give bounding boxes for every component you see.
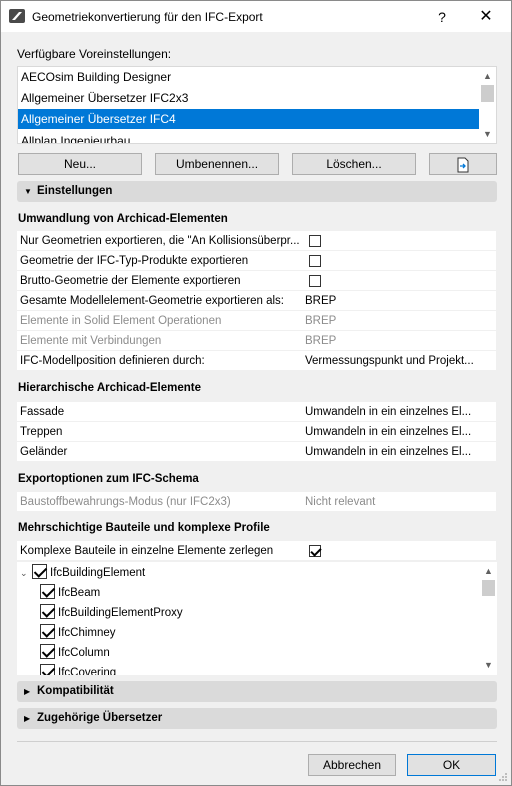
scroll-up-icon[interactable]: ▲ (483, 71, 492, 81)
preset-item[interactable]: Allplan Ingenieurbau (18, 131, 481, 143)
window-title: Geometriekonvertierung für den IFC-Expor… (32, 10, 263, 24)
scroll-down-icon[interactable]: ▼ (484, 660, 493, 670)
setting-label: IFC-Modellposition definieren durch: (20, 355, 205, 367)
expanded-triangle-icon: ▼ (24, 187, 32, 196)
setting-row-disabled: Baustoffbewahrungs-Modus (nur IFC2x3) Ni… (17, 492, 496, 512)
tree-checkbox[interactable] (40, 664, 55, 675)
setting-row[interactable]: IFC-Modellposition definieren durch: Ver… (17, 351, 496, 371)
setting-checkbox[interactable] (309, 255, 321, 267)
collapsed-triangle-icon: ▶ (24, 714, 31, 723)
setting-row[interactable]: Fassade Umwandeln in ein einzelnes El... (17, 402, 496, 422)
delete-preset-button[interactable]: Löschen... (292, 153, 416, 175)
group-title-conversion: Umwandlung von Archicad-Elementen (18, 213, 228, 225)
presets-scrollbar[interactable]: ▲ ▼ (479, 67, 496, 143)
tree-node-label: IfcBuildingElementProxy (58, 607, 183, 619)
tree-node-label: IfcChimney (58, 627, 116, 639)
setting-row[interactable]: Treppen Umwandeln in ein einzelnes El... (17, 422, 496, 442)
tree-node-label: IfcBuildingElement (50, 567, 146, 579)
setting-label: Elemente mit Verbindungen (20, 335, 162, 347)
setting-value-dropdown[interactable]: BREP (305, 291, 491, 311)
tree-expanded-chevron-icon[interactable]: ⌄ (20, 563, 32, 583)
footer-divider (17, 741, 497, 742)
setting-value: Nicht relevant (305, 496, 376, 508)
setting-row[interactable]: Geometrie der IFC-Typ-Produkte exportier… (17, 251, 496, 271)
setting-row[interactable]: Geländer Umwandeln in ein einzelnes El..… (17, 442, 496, 462)
setting-label: Nur Geometrien exportieren, die "An Koll… (20, 235, 300, 247)
presets-list[interactable]: AECOsim Building Designer Allgemeiner Üb… (17, 66, 497, 144)
scroll-down-icon[interactable]: ▼ (483, 129, 492, 139)
settings-section-header[interactable]: ▼ Einstellungen (17, 181, 497, 202)
resize-grip-icon[interactable] (498, 772, 508, 782)
ok-button[interactable]: OK (407, 754, 496, 776)
setting-row[interactable]: Nur Geometrien exportieren, die "An Koll… (17, 231, 496, 251)
collapsed-triangle-icon: ▶ (24, 687, 31, 696)
tree-checkbox[interactable] (40, 604, 55, 619)
tree-node-label: IfcColumn (58, 647, 110, 659)
preset-item[interactable]: AECOsim Building Designer (18, 67, 481, 87)
title-bar: Geometriekonvertierung für den IFC-Expor… (1, 1, 511, 32)
setting-label: Brutto-Geometrie der Elemente exportiere… (20, 275, 241, 287)
setting-row-disabled: Elemente mit Verbindungen BREP (17, 331, 496, 351)
document-import-icon (457, 157, 469, 173)
setting-checkbox-checked[interactable] (309, 545, 321, 557)
setting-label: Fassade (20, 406, 65, 418)
tree-node[interactable]: IfcCovering (40, 663, 116, 675)
tree-node-label: IfcBeam (58, 587, 101, 599)
translators-section-label: Zugehörige Übersetzer (37, 712, 163, 724)
cancel-button[interactable]: Abbrechen (308, 754, 396, 776)
setting-value: BREP (305, 315, 337, 327)
group-title-multilayer: Mehrschichtige Bauteile und komplexe Pro… (18, 522, 270, 534)
rename-preset-button[interactable]: Umbenennen... (155, 153, 279, 175)
tree-node[interactable]: IfcBeam (40, 583, 100, 603)
dialog-window: Geometriekonvertierung für den IFC-Expor… (0, 0, 512, 786)
scroll-up-icon[interactable]: ▲ (484, 566, 493, 576)
tree-node[interactable]: IfcBuildingElementProxy (40, 603, 183, 623)
setting-label: Treppen (20, 426, 63, 438)
tree-node[interactable]: IfcChimney (40, 623, 116, 643)
setting-label: Elemente in Solid Element Operationen (20, 315, 222, 327)
setting-checkbox[interactable] (309, 235, 321, 247)
setting-value-dropdown[interactable]: Umwandeln in ein einzelnes El... (305, 402, 491, 422)
tree-checkbox[interactable] (32, 564, 47, 579)
presets-label: Verfügbare Voreinstellungen: (17, 47, 172, 61)
help-button[interactable]: ? (427, 5, 457, 29)
tree-node[interactable]: ⌄ IfcBuildingElement (20, 563, 145, 583)
new-preset-button[interactable]: Neu... (18, 153, 142, 175)
setting-label: Gesamte Modellelement-Geometrie exportie… (20, 295, 284, 307)
tree-checkbox[interactable] (40, 644, 55, 659)
setting-value: BREP (305, 335, 337, 347)
app-icon (9, 9, 25, 23)
tree-checkbox[interactable] (40, 584, 55, 599)
setting-value-dropdown[interactable]: Vermessungspunkt und Projekt... (305, 351, 491, 371)
setting-row-disabled: Elemente in Solid Element Operationen BR… (17, 311, 496, 331)
settings-section-label: Einstellungen (37, 185, 113, 197)
compat-section-label: Kompatibilität (37, 685, 114, 697)
close-button[interactable]: ✕ (471, 5, 501, 29)
setting-value-dropdown[interactable]: Umwandeln in ein einzelnes El... (305, 422, 491, 442)
translators-section-header[interactable]: ▶ Zugehörige Übersetzer (17, 708, 497, 729)
setting-row[interactable]: Gesamte Modellelement-Geometrie exportie… (17, 291, 496, 311)
preset-item[interactable]: Allgemeiner Übersetzer IFC2x3 (18, 88, 481, 108)
tree-scrollbar[interactable]: ▲ ▼ (480, 562, 497, 675)
scroll-thumb[interactable] (482, 580, 495, 596)
setting-value-dropdown[interactable]: Umwandeln in ein einzelnes El... (305, 442, 491, 462)
setting-label: Geometrie der IFC-Typ-Produkte exportier… (20, 255, 249, 267)
compat-section-header[interactable]: ▶ Kompatibilität (17, 681, 497, 702)
preset-item-selected[interactable]: Allgemeiner Übersetzer IFC4 (18, 109, 481, 129)
setting-label: Komplexe Bauteile in einzelne Elemente z… (20, 545, 274, 557)
tree-node[interactable]: IfcColumn (40, 643, 110, 663)
setting-row[interactable]: Komplexe Bauteile in einzelne Elemente z… (17, 541, 496, 561)
tree-node-label: IfcCovering (58, 667, 117, 675)
setting-checkbox[interactable] (309, 275, 321, 287)
setting-row[interactable]: Brutto-Geometrie der Elemente exportiere… (17, 271, 496, 291)
import-preset-button[interactable] (429, 153, 497, 175)
scroll-thumb[interactable] (481, 85, 494, 102)
setting-label: Geländer (20, 446, 68, 458)
group-title-schema: Exportoptionen zum IFC-Schema (18, 473, 199, 485)
element-type-tree[interactable]: ⌄ IfcBuildingElement IfcBeam IfcBuildingE… (17, 562, 497, 675)
group-title-hierarchical: Hierarchische Archicad-Elemente (18, 382, 202, 394)
setting-label: Baustoffbewahrungs-Modus (nur IFC2x3) (20, 496, 231, 508)
tree-checkbox[interactable] (40, 624, 55, 639)
